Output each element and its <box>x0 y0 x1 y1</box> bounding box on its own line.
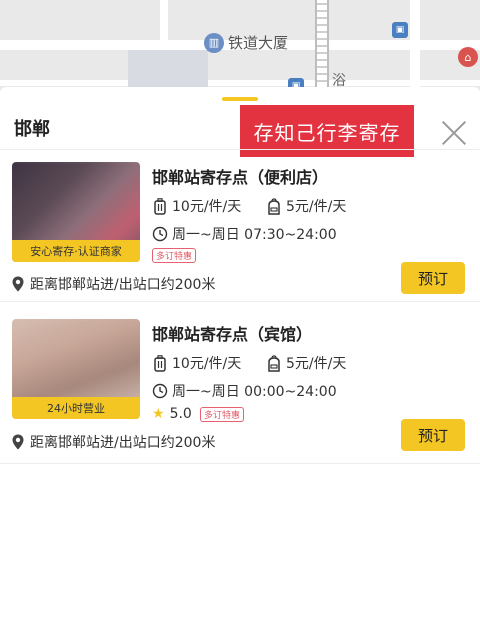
bus-stop-icon: ▣ <box>392 22 408 38</box>
opening-hours: 周一~周日 07:30~24:00 <box>172 227 337 243</box>
clock-icon <box>152 383 168 399</box>
divider <box>0 463 480 464</box>
bag-price: 5元/件/天 <box>286 356 347 372</box>
store-card[interactable]: 安心寄存·认证商家 邯郸站寄存点（便利店） 10元/件/天 5元/件/天 周一~… <box>0 150 480 302</box>
map-road <box>0 80 480 86</box>
luggage-price-row: 10元/件/天 <box>152 196 241 216</box>
map-building <box>128 50 208 90</box>
store-card[interactable]: 24小时营业 邯郸站寄存点（宾馆） 10元/件/天 5元/件/天 周一~周日 0… <box>0 307 480 464</box>
store-name[interactable]: 邯郸站寄存点（宾馆） <box>152 321 312 345</box>
distance-row: 距离邯郸站进/出站口约200米 <box>12 432 215 452</box>
luggage-price: 10元/件/天 <box>172 199 242 215</box>
map-poi-tiedao[interactable]: ▥ 铁道大厦 <box>204 32 288 53</box>
hours-row: 周一~周日 07:30~24:00 <box>152 224 337 244</box>
clock-icon <box>152 226 168 242</box>
opening-hours: 周一~周日 00:00~24:00 <box>172 384 337 400</box>
city-title: 邯郸 <box>14 119 50 140</box>
sheet-header: 邯郸 存知己行李寄存 <box>0 101 480 157</box>
thumb-tag: 24小时营业 <box>12 397 140 419</box>
bank-icon: ⌂ <box>458 47 478 67</box>
hours-row: 周一~周日 00:00~24:00 <box>152 381 337 401</box>
promo-badge: 多订特惠 <box>152 248 197 263</box>
store-list-sheet: 邯郸 存知己行李寄存 安心寄存·认证商家 邯郸站寄存点（便利店） 10元/件/天… <box>0 87 480 640</box>
bag-price-row: 5元/件/天 <box>266 353 346 373</box>
location-pin-icon <box>12 276 26 292</box>
distance-text: 距离邯郸站进/出站口约200米 <box>30 435 216 451</box>
building-icon: ▥ <box>204 32 224 53</box>
store-name[interactable]: 邯郸站寄存点（便利店） <box>152 164 328 188</box>
book-button[interactable]: 预订 <box>401 419 465 451</box>
distance-row: 距离邯郸站进/出站口约200米 <box>12 274 215 294</box>
map-poi-label: 铁道大厦 <box>228 34 289 52</box>
divider <box>0 301 480 302</box>
luggage-price: 10元/件/天 <box>172 356 242 372</box>
store-thumbnail[interactable]: 安心寄存·认证商家 <box>12 162 140 262</box>
promo-badge: 多订特惠 <box>200 407 245 422</box>
distance-text: 距离邯郸站进/出站口约200米 <box>30 277 216 293</box>
backpack-icon <box>266 198 282 215</box>
suitcase-icon <box>152 198 168 215</box>
bag-price-row: 5元/件/天 <box>266 196 346 216</box>
map-railway <box>315 0 329 96</box>
luggage-price-row: 10元/件/天 <box>152 353 241 373</box>
bag-price: 5元/件/天 <box>286 199 347 215</box>
suitcase-icon <box>152 355 168 372</box>
location-pin-icon <box>12 434 26 450</box>
rating-value: 5.0 <box>169 406 192 422</box>
book-button[interactable]: 预订 <box>401 262 465 294</box>
thumb-tag: 安心寄存·认证商家 <box>12 240 140 262</box>
close-icon[interactable] <box>440 119 468 147</box>
backpack-icon <box>266 355 282 372</box>
star-icon: ★ <box>152 406 165 422</box>
map-view[interactable]: ▥ 铁道大厦 浴 ▣ ▣ ⌂ <box>0 0 480 96</box>
store-thumbnail[interactable]: 24小时营业 <box>12 319 140 419</box>
rating: ★ 5.0 <box>152 406 192 422</box>
